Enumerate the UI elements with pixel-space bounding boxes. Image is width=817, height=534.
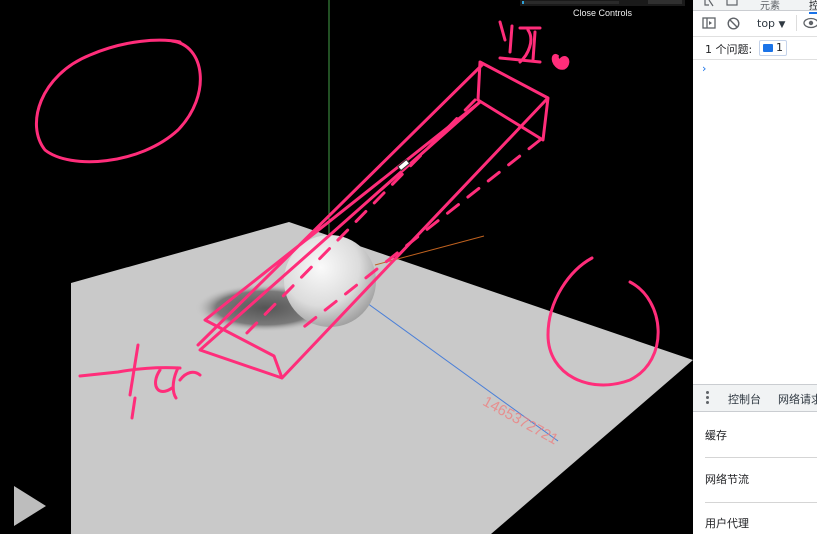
annotation-near-text bbox=[498, 20, 542, 64]
gui-slider[interactable] bbox=[522, 1, 619, 4]
close-controls-button[interactable]: Close Controls bbox=[520, 6, 685, 20]
devtools-tab-strip: 元素 控 bbox=[693, 0, 817, 14]
drawer-tab-network[interactable]: 网络请求 bbox=[778, 391, 817, 407]
cursor-marker bbox=[397, 158, 411, 172]
play-icon[interactable] bbox=[12, 484, 48, 528]
inspect-element-icon[interactable] bbox=[704, 0, 716, 7]
issues-bar: 1 个问题: 1 bbox=[693, 37, 817, 60]
ground-plane bbox=[71, 222, 693, 534]
clear-console-icon[interactable] bbox=[727, 17, 740, 30]
context-value: top bbox=[757, 17, 776, 30]
scene-canvas[interactable] bbox=[0, 0, 693, 534]
device-toolbar-icon[interactable] bbox=[726, 0, 738, 7]
annotation-circle-left bbox=[35, 38, 202, 164]
x-axis-line bbox=[374, 235, 485, 266]
user-agent-setting[interactable]: 用户代理 bbox=[705, 515, 749, 531]
eye-icon[interactable] bbox=[803, 17, 817, 29]
toolbar-divider bbox=[796, 15, 797, 31]
cache-setting[interactable]: 缓存 bbox=[705, 427, 727, 443]
chevron-down-icon: ▼ bbox=[778, 20, 786, 30]
gui-value-box[interactable] bbox=[648, 0, 682, 4]
issues-count: 1 bbox=[776, 41, 783, 54]
sidebar-toggle-icon[interactable] bbox=[702, 17, 716, 29]
drawer-tab-console[interactable]: 控制台 bbox=[728, 391, 761, 407]
console-prompt[interactable]: › bbox=[702, 62, 706, 75]
context-select[interactable]: top ▼ bbox=[757, 17, 785, 30]
message-icon bbox=[763, 44, 773, 52]
threejs-viewport[interactable]: Close Controls 1465372721 近 fur bbox=[0, 0, 693, 534]
devtools-panel[interactable]: 元素 控 top ▼ 1 个问题: 1 › 控制台 网络请求 缓存 网络节流 用… bbox=[693, 0, 817, 534]
network-throttling-setting[interactable]: 网络节流 bbox=[705, 471, 749, 487]
setting-divider bbox=[705, 502, 817, 503]
issues-text: 1 个问题: bbox=[705, 43, 753, 56]
drawer-tab-strip: 控制台 网络请求 bbox=[693, 384, 817, 412]
more-options-icon[interactable] bbox=[706, 391, 709, 406]
console-toolbar: top ▼ bbox=[693, 11, 817, 37]
issues-count-badge[interactable]: 1 bbox=[759, 40, 787, 56]
setting-divider bbox=[705, 457, 817, 458]
annotation-heart bbox=[551, 54, 570, 70]
